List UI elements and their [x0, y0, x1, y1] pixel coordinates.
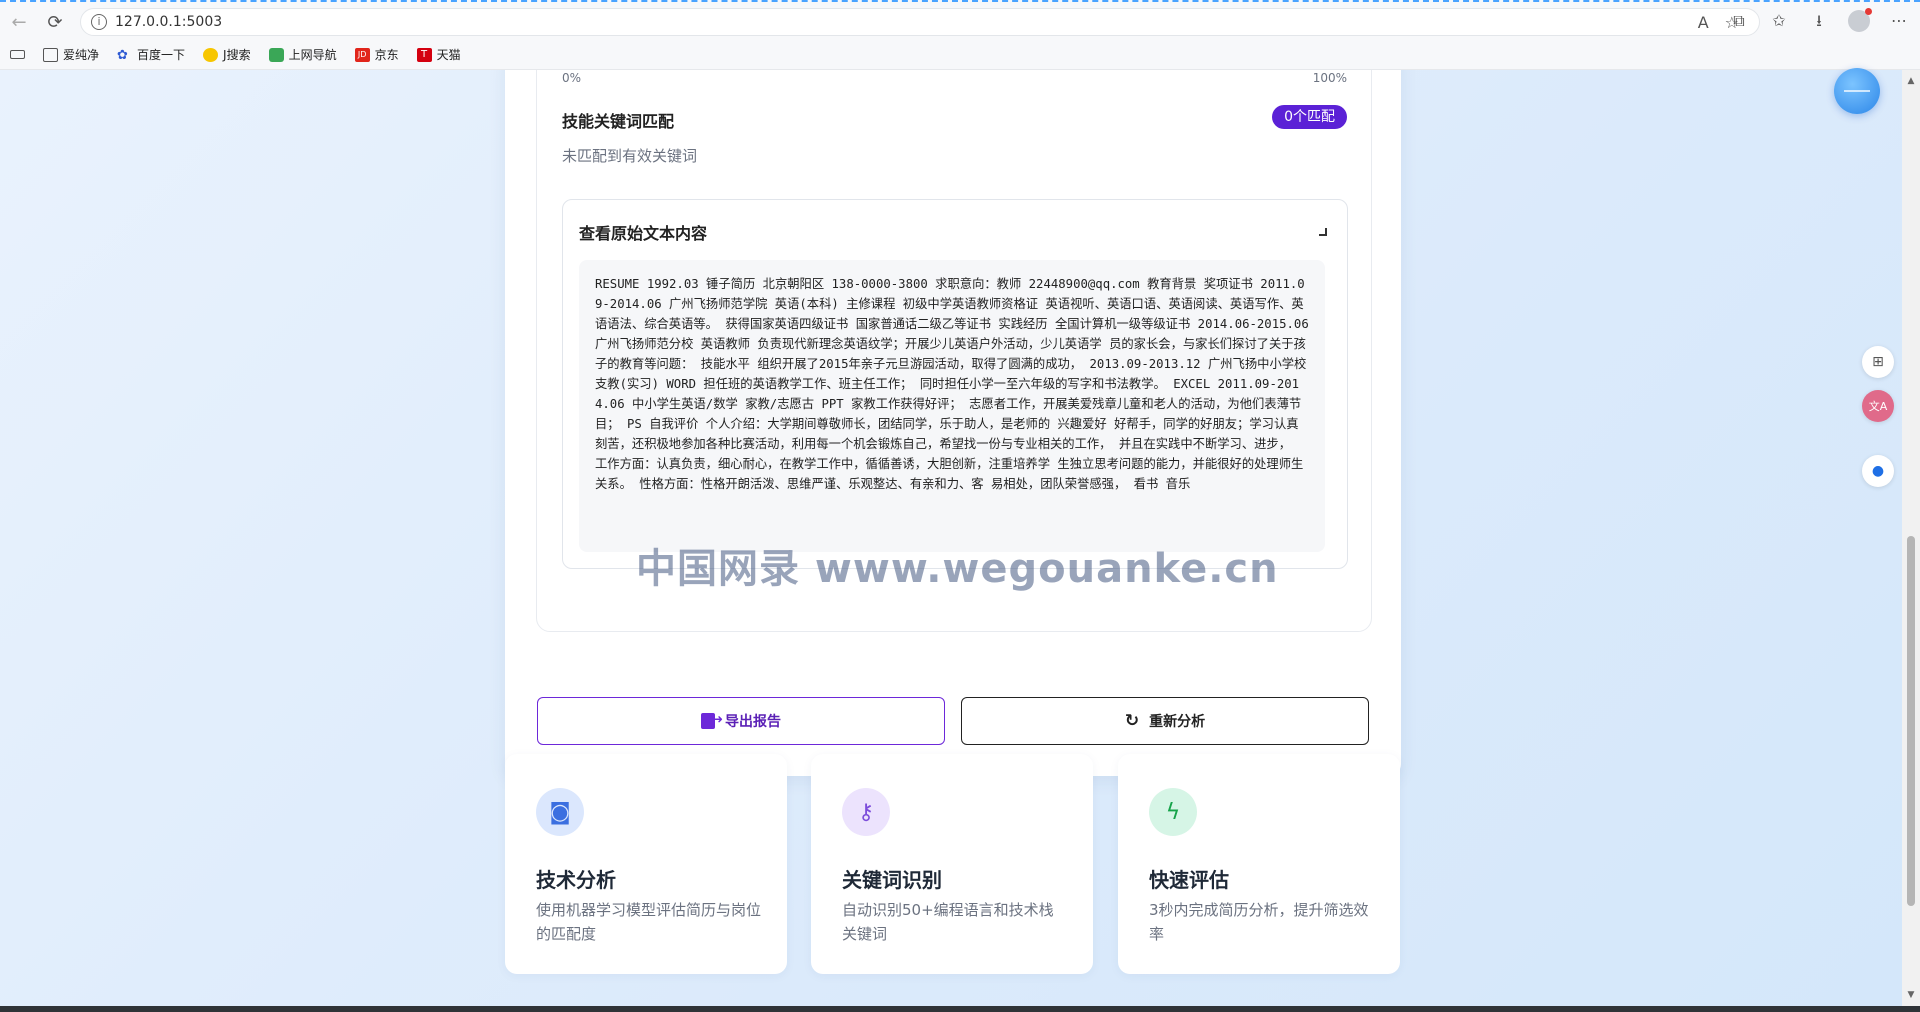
robot-icon: ◙	[536, 788, 584, 836]
file-export-icon	[701, 712, 723, 729]
match-count-badge: 0个匹配	[1272, 105, 1347, 129]
url-text: 127.0.0.1:5003	[115, 14, 223, 30]
key-icon: ⚷	[842, 788, 890, 836]
bookmark-collapse-icon[interactable]	[10, 50, 25, 59]
raw-text-content: RESUME 1992.03 锤子简历 北京朝阳区 138-0000-3800 …	[579, 260, 1325, 552]
bookmark-item[interactable]: 爱纯净	[43, 46, 99, 63]
read-aloud-icon[interactable]: A	[1698, 13, 1709, 32]
bookmarks-bar: 爱纯净 ✿ 百度一下 J搜索 上网导航 JD 京东 T 天猫	[0, 40, 1920, 70]
feature-desc: 3秒内完成简历分析，提升筛选效率	[1149, 901, 1369, 943]
back-icon[interactable]: ←	[8, 12, 30, 34]
chat-tool-icon[interactable]: ●	[1862, 455, 1894, 487]
download-icon[interactable]: ⭳	[1808, 10, 1830, 32]
nav-site-icon	[268, 47, 284, 62]
scroll-down-icon[interactable]: ▼	[1906, 990, 1916, 1000]
taskbar-strip	[0, 1006, 1920, 1012]
address-bar[interactable]: i 127.0.0.1:5003 A ☆	[80, 8, 1760, 36]
bookmark-item[interactable]: 上网导航	[268, 46, 337, 63]
no-match-text: 未匹配到有效关键词	[562, 147, 698, 165]
jsearch-icon	[203, 47, 219, 62]
floating-assistant-button[interactable]	[1834, 68, 1880, 114]
collapse-corner-icon[interactable]	[1319, 228, 1327, 236]
raw-text-toggle[interactable]: 查看原始文本内容	[579, 220, 707, 244]
scroll-thumb[interactable]	[1907, 536, 1915, 906]
bookmark-item[interactable]: JD 京东	[354, 46, 399, 63]
jd-icon: JD	[354, 47, 370, 62]
bookmark-item[interactable]: ✿ 百度一下	[117, 46, 185, 63]
bookmark-item[interactable]: J搜索	[203, 46, 251, 63]
site-info-icon[interactable]: i	[91, 14, 107, 30]
favorites-icon[interactable]: ✩	[1768, 10, 1790, 32]
translate-tool-icon[interactable]: 文A	[1862, 390, 1894, 422]
feature-card-tech: ◙ 技术分析 使用机器学习模型评估简历与岗位的匹配度	[505, 754, 787, 974]
extensions-icon[interactable]: ⧉	[1728, 10, 1750, 32]
folder-icon	[43, 47, 58, 62]
feature-title: 技术分析	[536, 868, 616, 892]
progress-max-label: 100%	[1312, 71, 1347, 85]
qr-tool-icon[interactable]: ⊞	[1862, 346, 1894, 378]
page-viewport: 0% 100% 技能关键词匹配 0个匹配 未匹配到有效关键词 查看原始文本内容 …	[0, 70, 1902, 1006]
feature-title: 快速评估	[1149, 868, 1229, 892]
page-scrollbar[interactable]: ▲ ▼	[1902, 70, 1920, 1006]
reload-icon[interactable]: ⟳	[44, 12, 66, 34]
browser-toolbar: ← ⟳ i 127.0.0.1:5003 A ☆ ⧉ ✩ ⭳ ⋯	[0, 0, 1920, 40]
skills-title: 技能关键词匹配	[562, 112, 675, 131]
bookmark-item[interactable]: T 天猫	[416, 46, 461, 63]
menu-icon[interactable]: ⋯	[1888, 10, 1910, 32]
feature-desc: 使用机器学习模型评估简历与岗位的匹配度	[536, 901, 762, 943]
feature-title: 关键词识别	[842, 868, 942, 892]
bolt-icon: ϟ	[1149, 788, 1197, 836]
feature-card-fast: ϟ 快速评估 3秒内完成简历分析，提升筛选效率	[1118, 754, 1400, 974]
result-card: 0% 100% 技能关键词匹配 0个匹配 未匹配到有效关键词 查看原始文本内容 …	[505, 70, 1401, 776]
reanalyze-button[interactable]: ↻ 重新分析	[961, 697, 1369, 745]
baidu-paw-icon: ✿	[117, 47, 128, 63]
feature-card-keyword: ⚷ 关键词识别 自动识别50+编程语言和技术栈关键词	[811, 754, 1093, 974]
raw-text-section: 查看原始文本内容 RESUME 1992.03 锤子简历 北京朝阳区 138-0…	[562, 199, 1348, 569]
tmall-icon: T	[416, 47, 432, 62]
scroll-up-icon[interactable]: ▲	[1906, 76, 1916, 86]
redo-icon: ↻	[1124, 711, 1140, 731]
progress-min-label: 0%	[562, 71, 582, 85]
watermark-text: 中国网录 www.wegouanke.cn	[636, 546, 1279, 592]
feature-desc: 自动识别50+编程语言和技术栈关键词	[842, 901, 1054, 943]
profile-avatar[interactable]	[1848, 8, 1872, 32]
export-report-button[interactable]: 导出报告	[537, 697, 945, 745]
